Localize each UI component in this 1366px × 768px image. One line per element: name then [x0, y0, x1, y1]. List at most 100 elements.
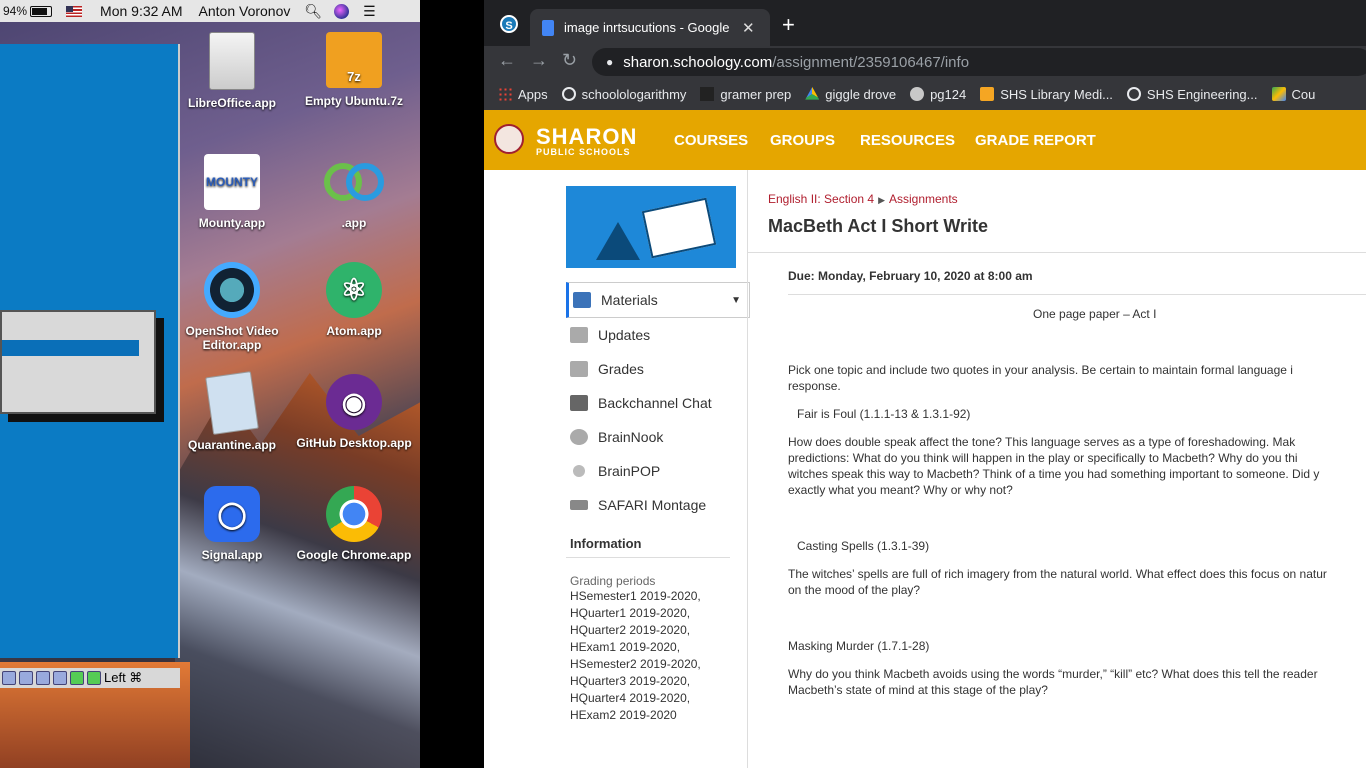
new-tab-button[interactable]: + — [782, 12, 795, 38]
nav-grade-report[interactable]: GRADE REPORT — [975, 132, 1096, 149]
forward-icon[interactable]: → — [530, 50, 548, 71]
desktop-icon-github-desktop[interactable]: ◉ GitHub Desktop.app — [294, 374, 414, 450]
bookmark-shs-engineering[interactable]: SHS Engineering... — [1126, 86, 1258, 102]
bookmark-giggle-drove[interactable]: giggle drove — [805, 87, 896, 102]
course-banner-image — [566, 186, 736, 268]
menu-materials[interactable]: Materials ▼ — [566, 282, 750, 318]
menu-updates[interactable]: Updates — [566, 318, 748, 352]
nav-resources[interactable]: RESOURCES — [860, 132, 955, 149]
back-icon[interactable]: ← — [498, 50, 516, 71]
desktop-icon-empty-ubuntu[interactable]: 7z Empty Ubuntu.7z — [294, 32, 414, 108]
banner-book-shape — [641, 197, 717, 259]
document-icon — [209, 32, 255, 90]
brainpop-icon — [573, 465, 585, 477]
siri-icon[interactable] — [334, 3, 350, 19]
course-sidebar: Materials ▼ Updates Grades Backchannel C… — [566, 186, 750, 724]
battery-icon[interactable] — [30, 5, 53, 17]
dialog-progress-bar — [2, 340, 139, 356]
grading-period: HExam2 2019-2020 — [570, 708, 677, 722]
desktop-icon-mounty[interactable]: MOUNTY Mounty.app — [172, 154, 292, 230]
topic-heading: Masking Murder (1.7.1-28) — [788, 639, 930, 653]
desktop-icon-app[interactable]: .app — [294, 154, 414, 230]
shared-folder-icon[interactable] — [70, 671, 84, 685]
browser-toolbar: ← → ↻ ● sharon.schoology.com/assignment/… — [484, 46, 1366, 78]
reload-icon[interactable]: ↻ — [562, 50, 577, 71]
due-divider — [788, 294, 1366, 295]
breadcrumb-assignments-link[interactable]: Assignments — [889, 192, 958, 206]
desktop-icon-quarantine[interactable]: Quarantine.app — [172, 371, 292, 452]
tab-google-doc[interactable]: image inrtsucutions - Google D ✕ — [530, 9, 770, 46]
chrome-window: S image inrtsucutions - Google D ✕ + ← →… — [484, 0, 1366, 768]
schoology-header: SHARON PUBLIC SCHOOLS COURSES GROUPS RES… — [484, 110, 1366, 170]
signal-icon: ◯ — [204, 486, 260, 542]
menu-safari-montage[interactable]: SAFARI Montage — [566, 488, 748, 522]
nav-courses[interactable]: COURSES — [674, 132, 748, 149]
district-seal-logo[interactable] — [494, 124, 524, 154]
menu-backchannel-chat[interactable]: Backchannel Chat — [566, 386, 748, 420]
menu-label: BrainNook — [598, 429, 664, 445]
grading-period: HQuarter1 2019-2020, — [570, 606, 691, 620]
usb-icon[interactable] — [53, 671, 67, 685]
desktop-icon-openshot[interactable]: OpenShot Video Editor.app — [172, 262, 292, 352]
grading-period: HSemester2 2019-2020, — [570, 657, 701, 671]
topic-text: The witches’ spells are full of rich ima… — [788, 567, 1327, 581]
spotlight-search-icon[interactable]: 🔍︎ — [304, 3, 322, 20]
desktop-icon-google-chrome[interactable]: Google Chrome.app — [294, 486, 414, 562]
bookmarks-bar: Apps schoolologarithmy gramer prep giggl… — [484, 78, 1366, 110]
bookmark-label: SHS Engineering... — [1146, 86, 1258, 102]
schoology-icon — [1126, 87, 1141, 101]
desktop-icon-label: Signal.app — [201, 548, 263, 562]
menu-brainnook[interactable]: BrainNook — [566, 420, 748, 454]
github-icon: ◉ — [326, 374, 382, 430]
rings-icon — [324, 154, 384, 210]
breadcrumb-course-link[interactable]: English II: Section 4 — [768, 192, 874, 206]
desktop-icon-label: Mounty.app — [198, 216, 266, 230]
bookmark-cou[interactable]: Cou — [1271, 86, 1316, 102]
menubar-clock[interactable]: Mon 9:32 AM — [100, 3, 183, 19]
schoology-pinned-tab-icon[interactable]: S — [500, 15, 518, 33]
desktop-icon-signal[interactable]: ◯ Signal.app — [172, 486, 292, 562]
grading-period: HQuarter4 2019-2020, — [570, 691, 691, 705]
topic-text: predictions: What do you think will happ… — [788, 451, 1298, 465]
bookmark-schoolologarithmy[interactable]: schoolologarithmy — [561, 86, 687, 102]
intro-line: Pick one topic and include two quotes in… — [788, 363, 1293, 377]
schoology-icon — [561, 87, 576, 101]
bookmark-label: schoolologarithmy — [581, 86, 687, 102]
virtualbox-dialog[interactable] — [0, 310, 156, 414]
bookmark-shs-library[interactable]: SHS Library Medi... — [980, 87, 1113, 102]
menu-grades[interactable]: Grades — [566, 352, 748, 386]
desktop-icon-label: Google Chrome.app — [296, 548, 412, 562]
bookmark-label: pg124 — [930, 86, 967, 102]
menu-label: BrainPOP — [598, 463, 661, 479]
hard-disk-icon[interactable] — [2, 671, 16, 685]
network-icon[interactable] — [36, 671, 50, 685]
notification-center-icon[interactable]: ☰ — [363, 3, 376, 20]
display-icon[interactable] — [19, 671, 33, 685]
materials-icon — [573, 292, 591, 308]
chevron-down-icon[interactable]: ▼ — [731, 295, 741, 306]
close-tab-icon[interactable]: ✕ — [742, 19, 755, 37]
address-bar[interactable]: ● sharon.schoology.com/assignment/235910… — [592, 48, 1366, 76]
desktop-icon-libreoffice[interactable]: LibreOffice.app — [172, 32, 292, 110]
mounty-icon: MOUNTY — [204, 154, 260, 210]
desktop-icon-atom[interactable]: ⚛ Atom.app — [294, 262, 414, 338]
input-source-flag-icon[interactable] — [66, 5, 83, 17]
nav-groups[interactable]: GROUPS — [770, 132, 835, 149]
url-path: /assignment/2359106467/info — [772, 53, 970, 71]
page-title: MacBeth Act I Short Write — [768, 216, 989, 236]
globe-icon — [910, 87, 925, 101]
column-divider — [747, 170, 748, 768]
assignment-subtitle: One page paper – Act I — [1033, 307, 1157, 321]
menubar-user[interactable]: Anton Voronov — [199, 3, 291, 19]
download-icon[interactable] — [87, 671, 101, 685]
grading-period: HQuarter2 2019-2020, — [570, 623, 691, 637]
lock-icon[interactable]: ● — [606, 55, 613, 69]
bookmark-apps[interactable]: Apps — [498, 87, 548, 102]
bookmark-label: Cou — [1291, 86, 1316, 102]
menu-brainpop[interactable]: BrainPOP — [566, 454, 748, 488]
virtualbox-status-bar: Left ⌘ — [0, 668, 180, 688]
bookmark-pg124[interactable]: pg124 — [910, 87, 966, 102]
menu-label: Updates — [598, 327, 651, 343]
desktop-icon-label: LibreOffice.app — [187, 96, 276, 110]
bookmark-gramer-prep[interactable]: gramer prep — [700, 87, 791, 102]
